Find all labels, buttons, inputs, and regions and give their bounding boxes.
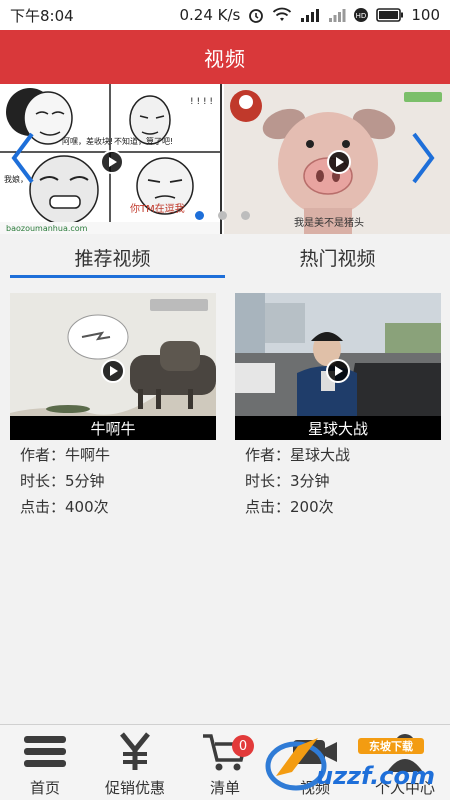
watermark-small: 东坡下载 bbox=[369, 739, 413, 753]
status-bar: 下午8:04 0.24 K/s HD 100 bbox=[0, 0, 450, 30]
duration-label: 时长： bbox=[245, 472, 291, 490]
play-icon[interactable] bbox=[327, 150, 351, 174]
menu-icon bbox=[22, 731, 68, 773]
svg-text:! ! ! !: ! ! ! ! bbox=[190, 97, 213, 107]
clicks-value: 400次 bbox=[65, 498, 109, 516]
clicks-value: 200次 bbox=[290, 498, 334, 516]
play-icon[interactable] bbox=[100, 150, 124, 174]
video-card[interactable]: 星球大战 作者：星球大战 时长：3分钟 点击：200次 bbox=[235, 293, 441, 520]
duration-label: 时长： bbox=[20, 472, 66, 490]
wifi-icon bbox=[272, 7, 292, 23]
battery-icon bbox=[376, 8, 404, 22]
app-header: 视频 bbox=[0, 30, 450, 84]
video-thumbnail[interactable]: ◔ 牛啊牛 bbox=[10, 293, 216, 440]
video-title: 牛啊牛 bbox=[10, 416, 216, 440]
video-meta: 作者：牛啊牛 时长：5分钟 点击：400次 bbox=[10, 442, 216, 520]
page-title: 视频 bbox=[204, 46, 246, 71]
comic-source: baozoumanhua.com bbox=[6, 224, 88, 233]
carousel-dot[interactable] bbox=[241, 211, 250, 220]
duration-value: 3分钟 bbox=[290, 472, 330, 490]
carousel-dot[interactable] bbox=[218, 211, 227, 220]
comic-speech-4: 你TM在逗我 bbox=[130, 202, 185, 215]
nav-cart[interactable]: 0 清单 bbox=[180, 725, 270, 800]
author-label: 作者： bbox=[20, 446, 66, 464]
nav-label: 促销优惠 bbox=[104, 779, 165, 797]
clicks-row: 点击：200次 bbox=[245, 494, 441, 520]
duration-row: 时长：3分钟 bbox=[245, 468, 441, 494]
author-label: 作者： bbox=[245, 446, 291, 464]
author-row: 作者：星球大战 bbox=[245, 442, 441, 468]
tab-label: 推荐视频 bbox=[74, 247, 151, 270]
alarm-icon bbox=[247, 6, 265, 24]
battery-level: 100 bbox=[411, 6, 440, 24]
watermark-text: uzzf.com bbox=[316, 762, 435, 790]
tab-label: 热门视频 bbox=[299, 247, 376, 270]
comic-speech-2: 不知道，算了吧! bbox=[114, 136, 173, 146]
nav-promotions[interactable]: 促销优惠 bbox=[90, 725, 180, 800]
next-arrow-icon[interactable] bbox=[408, 128, 438, 188]
comic-speech-1: 阿嘿，差收块! bbox=[62, 136, 113, 146]
signal-icon bbox=[299, 7, 321, 23]
clicks-row: 点击：400次 bbox=[20, 494, 216, 520]
carousel-dot[interactable] bbox=[195, 211, 204, 220]
svg-text:HD: HD bbox=[356, 12, 367, 20]
yen-icon bbox=[117, 731, 153, 773]
pig-caption: 我是美不是猪头 bbox=[294, 216, 364, 229]
tab-recommended[interactable]: 推荐视频 bbox=[0, 234, 225, 280]
network-speed: 0.24 K/s bbox=[179, 6, 241, 24]
author-row: 作者：牛啊牛 bbox=[20, 442, 216, 468]
hd-icon: HD bbox=[353, 7, 369, 23]
play-icon[interactable] bbox=[326, 359, 350, 383]
clicks-label: 点击： bbox=[20, 498, 66, 516]
duration-row: 时长：5分钟 bbox=[20, 468, 216, 494]
video-title: 星球大战 bbox=[235, 416, 441, 440]
uzzf-logo: 东坡下载 uzzf.com bbox=[265, 738, 435, 791]
play-icon[interactable] bbox=[101, 359, 125, 383]
status-icons: 0.24 K/s HD 100 bbox=[179, 6, 440, 24]
cart-badge: 0 bbox=[232, 735, 254, 757]
banner-carousel[interactable]: 阿嘿，差收块! ! ! ! ! 不知道，算了吧! 我娘， 你TM在逗我 baoz… bbox=[0, 84, 450, 234]
nav-home[interactable]: 首页 bbox=[0, 725, 90, 800]
prev-arrow-icon[interactable] bbox=[8, 128, 38, 188]
signal-2-icon bbox=[328, 7, 346, 23]
tab-popular[interactable]: 热门视频 bbox=[225, 234, 450, 280]
status-time: 下午8:04 bbox=[10, 6, 74, 25]
video-meta: 作者：星球大战 时长：3分钟 点击：200次 bbox=[235, 442, 441, 520]
clicks-label: 点击： bbox=[245, 498, 291, 516]
video-thumbnail[interactable]: 星球大战 bbox=[235, 293, 441, 440]
video-tabs: 推荐视频 热门视频 bbox=[0, 234, 450, 280]
author-value: 星球大战 bbox=[290, 446, 351, 464]
nav-label: 清单 bbox=[209, 779, 240, 797]
nav-label: 首页 bbox=[29, 779, 60, 797]
carousel-dots bbox=[195, 211, 250, 220]
video-card[interactable]: ◔ 牛啊牛 作者：牛啊牛 时长：5分钟 点击：400次 bbox=[10, 293, 216, 520]
author-value: 牛啊牛 bbox=[65, 446, 111, 464]
duration-value: 5分钟 bbox=[65, 472, 105, 490]
